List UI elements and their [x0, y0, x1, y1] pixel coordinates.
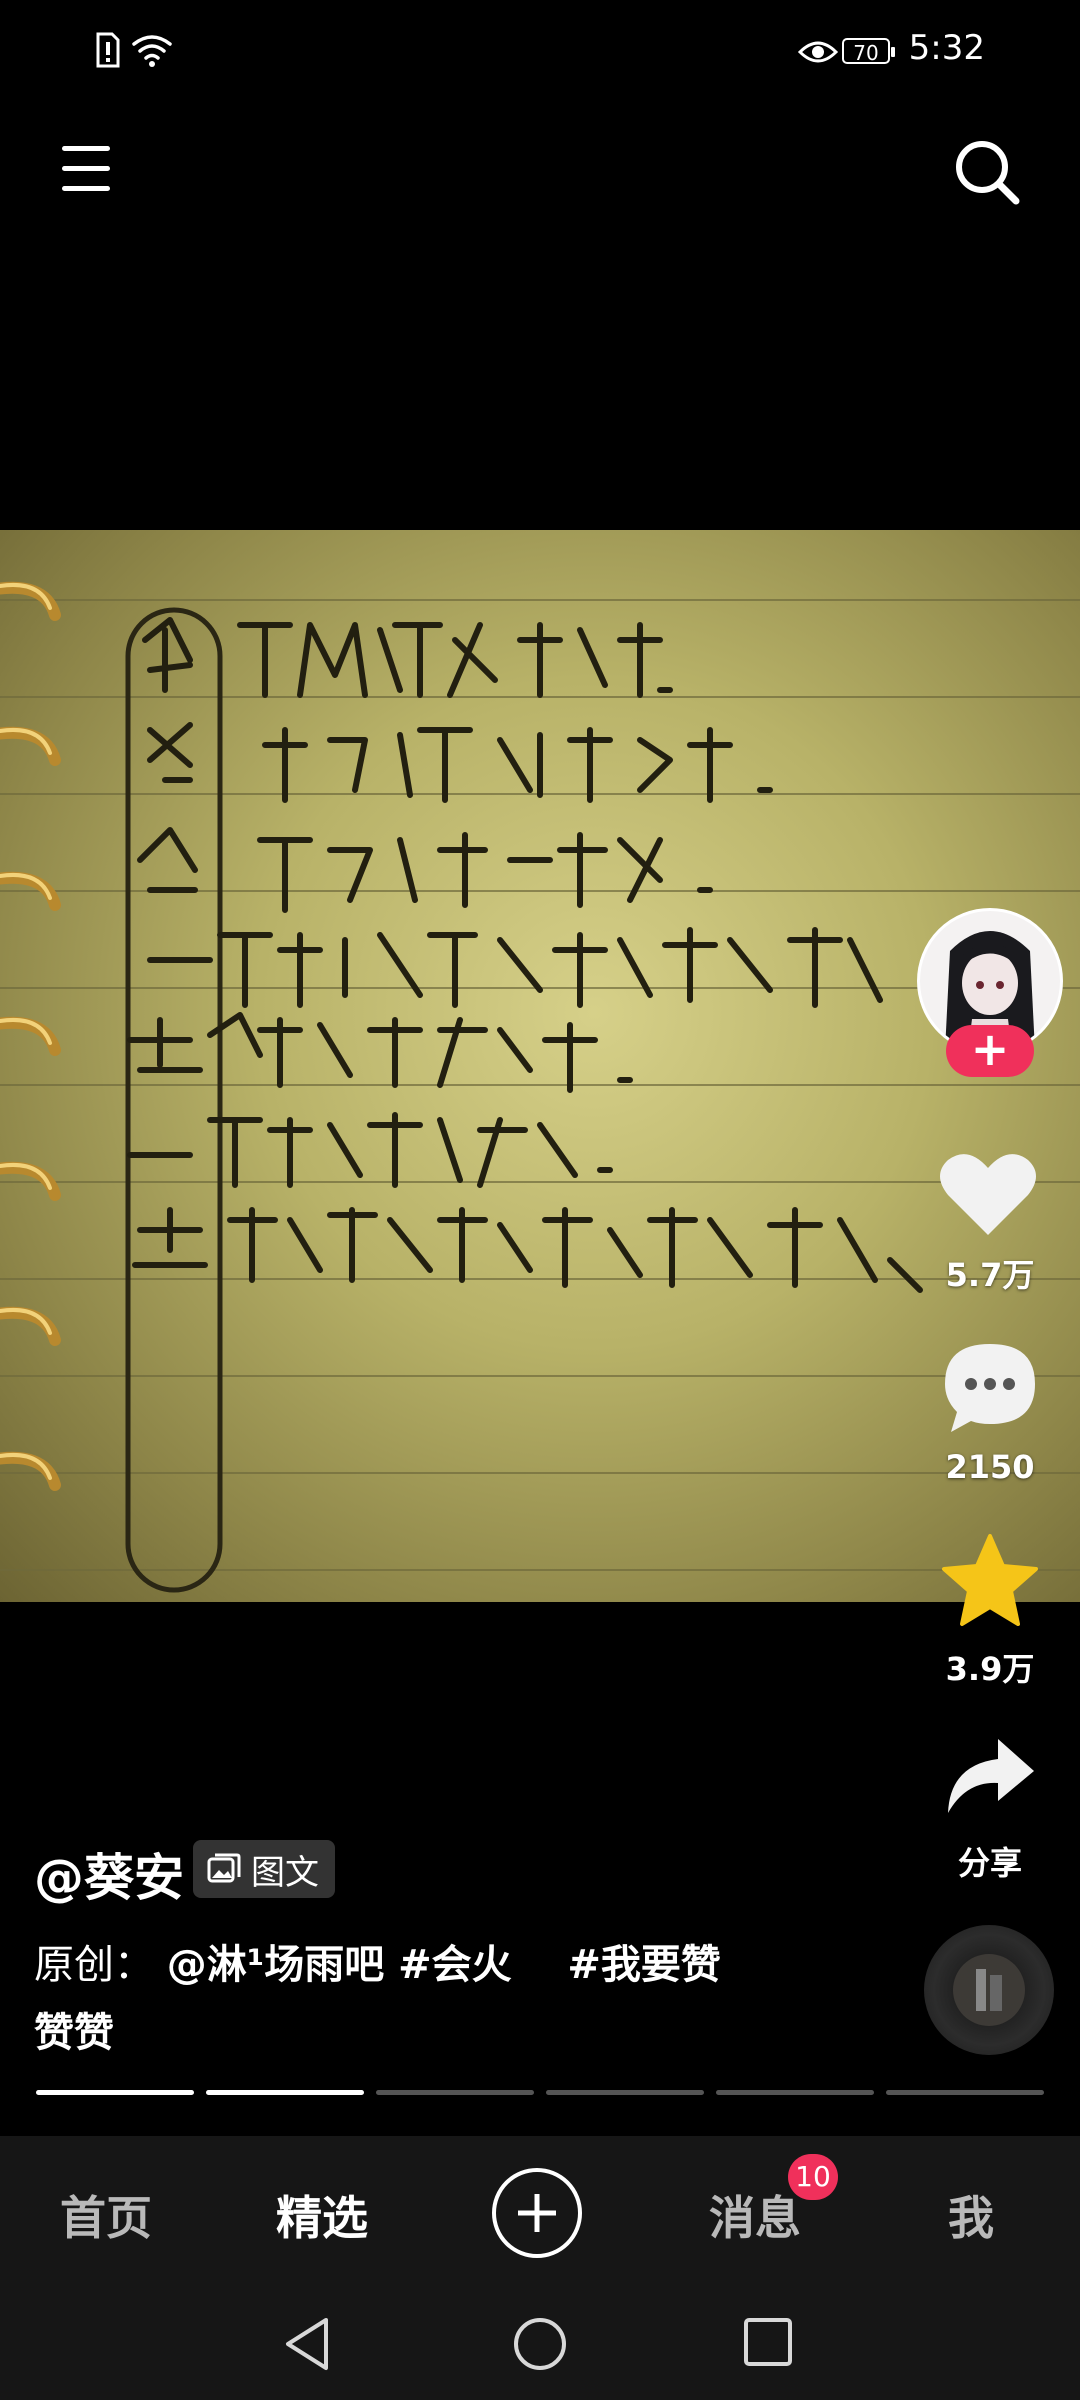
- caption-tags[interactable]: @淋¹场雨吧 #会火 #我要赞: [167, 1942, 721, 1988]
- progress-segment: [546, 2090, 704, 2095]
- progress-segment: [716, 2090, 874, 2095]
- menu-button[interactable]: [58, 140, 114, 200]
- like-icon[interactable]: [938, 1150, 1038, 1240]
- image-icon: [207, 1853, 241, 1883]
- back-icon[interactable]: [282, 2316, 334, 2372]
- status-bar: 70 5:32: [0, 0, 1080, 105]
- caption-line-1: 原创： @淋¹场雨吧 #会火 #我要赞: [34, 1932, 721, 1990]
- clock: 5:32: [908, 28, 985, 68]
- author-name[interactable]: @葵安: [34, 1838, 184, 1910]
- caption-prefix: 原创：: [34, 1942, 154, 1988]
- nav-item-me[interactable]: 我: [948, 2182, 994, 2248]
- caption-line-2[interactable]: 赞赞: [34, 2000, 114, 2058]
- system-nav-bar: [0, 2284, 1080, 2400]
- nav-item-home[interactable]: 首页: [60, 2182, 152, 2248]
- recents-square-icon[interactable]: [742, 2316, 794, 2368]
- comment-icon[interactable]: [941, 1340, 1039, 1436]
- post-type-label: 图文: [251, 1852, 319, 1893]
- favorite-count: 3.9万: [945, 1650, 1035, 1688]
- progress-segment: [206, 2090, 364, 2095]
- comment-count: 2150: [945, 1448, 1035, 1486]
- share-arrow-icon[interactable]: [944, 1735, 1038, 1817]
- progress-segment: [376, 2090, 534, 2095]
- share-label: 分享: [957, 1844, 1022, 1882]
- notebook-photo: [0, 581, 1080, 1593]
- wifi-icon: [132, 35, 172, 67]
- image-progress: [36, 2090, 1044, 2096]
- nav-item-featured[interactable]: 精选: [276, 2182, 368, 2248]
- create-post-button[interactable]: [492, 2168, 582, 2258]
- battery-level: 70: [853, 41, 879, 65]
- music-disc[interactable]: [924, 1925, 1054, 2055]
- post-image[interactable]: [0, 530, 1080, 1602]
- progress-segment: [886, 2090, 1044, 2095]
- eye-icon: [798, 41, 838, 63]
- search-icon[interactable]: [950, 135, 1024, 209]
- music-cover-icon: [953, 1954, 1025, 2026]
- favorite-star-icon[interactable]: [940, 1533, 1040, 1629]
- bottom-nav: 首页 精选 消息 10 我: [0, 2136, 1080, 2284]
- home-circle-icon[interactable]: [512, 2316, 568, 2372]
- sim-alert-icon: [96, 32, 120, 68]
- post-type-badge: 图文: [193, 1840, 335, 1898]
- like-count: 5.7万: [945, 1256, 1035, 1294]
- progress-segment: [36, 2090, 194, 2095]
- messages-badge: 10: [788, 2154, 838, 2200]
- follow-button[interactable]: +: [946, 1025, 1034, 1077]
- nav-item-messages[interactable]: 消息: [709, 2182, 801, 2248]
- battery-icon: 70: [842, 38, 895, 65]
